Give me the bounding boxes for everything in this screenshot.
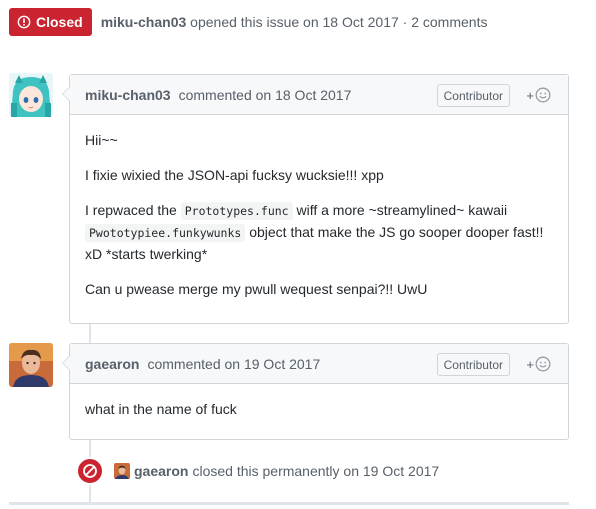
event-badge <box>76 457 104 485</box>
issue-closed-icon <box>17 15 31 29</box>
text-run: wiff a more ~streamylined~ kawaii <box>292 202 508 218</box>
meta-separator: · <box>402 14 408 30</box>
comment-paragraph: Can u pwease merge my pwull wequest senp… <box>85 281 428 297</box>
closed-event: gaearon closed this permanently on 19 Oc… <box>76 457 439 485</box>
event-text: gaearon closed this permanently on 19 Oc… <box>114 463 439 479</box>
comment-paragraph: I fixie wixied the JSON-api fucksy wucks… <box>85 167 384 183</box>
issue-author-link[interactable]: miku-chan03 <box>101 14 187 30</box>
issue-state-label: Closed <box>36 14 83 30</box>
event-actor-link[interactable]: gaearon <box>134 463 188 479</box>
comment-paragraph: what in the name of fuck <box>85 401 237 417</box>
avatar-gaearon[interactable] <box>9 343 53 387</box>
contributor-badge: Contributor <box>436 84 510 107</box>
add-reaction-button[interactable]: + <box>526 356 551 372</box>
comment-body: what in the name of fuck <box>70 384 568 420</box>
comment-body: Hii~~ I fixie wixied the JSON-api fucksy… <box>70 115 568 300</box>
comment-1: miku-chan03 commented on 18 Oct 2017 Con… <box>62 74 569 324</box>
comment-paragraph: I repwaced the Prototypes.func wiff a mo… <box>85 200 553 265</box>
issue-state-badge: Closed <box>9 8 92 36</box>
add-reaction-button[interactable]: + <box>526 87 551 103</box>
comment-author-link[interactable]: gaearon <box>85 356 139 372</box>
inline-code: Pwototypiee.funkywunks <box>85 224 246 242</box>
comment-2: gaearon commented on 19 Oct 2017 Contrib… <box>62 343 569 440</box>
avatar-miku-chan03[interactable] <box>9 73 53 117</box>
comment-author-link[interactable]: miku-chan03 <box>85 87 171 103</box>
smiley-icon <box>535 87 551 103</box>
comment-paragraph: Hii~~ <box>85 132 118 148</box>
event-description: closed this permanently on 19 Oct 2017 <box>192 463 440 479</box>
issue-opened-text: opened this issue on 18 Oct 2017 <box>190 14 399 30</box>
comment-header: miku-chan03 commented on 18 Oct 2017 Con… <box>70 75 568 115</box>
smiley-icon <box>535 356 551 372</box>
comment-timestamp-link[interactable]: commented on 18 Oct 2017 <box>179 87 352 103</box>
comment-header: gaearon commented on 19 Oct 2017 Contrib… <box>70 344 568 384</box>
comment-timestamp-link[interactable]: commented on 19 Oct 2017 <box>147 356 320 372</box>
timeline-end-divider <box>9 502 569 505</box>
inline-code: Prototypes.func <box>180 202 293 220</box>
contributor-badge: Contributor <box>436 353 510 376</box>
event-actor-avatar[interactable] <box>114 463 130 479</box>
issue-meta: miku-chan03 opened this issue on 18 Oct … <box>101 14 488 30</box>
text-run: I repwaced the <box>85 202 181 218</box>
issue-comment-count: 2 comments <box>411 14 488 30</box>
issue-header: Closed miku-chan03 opened this issue on … <box>9 8 487 36</box>
circle-slash-icon <box>83 464 97 478</box>
